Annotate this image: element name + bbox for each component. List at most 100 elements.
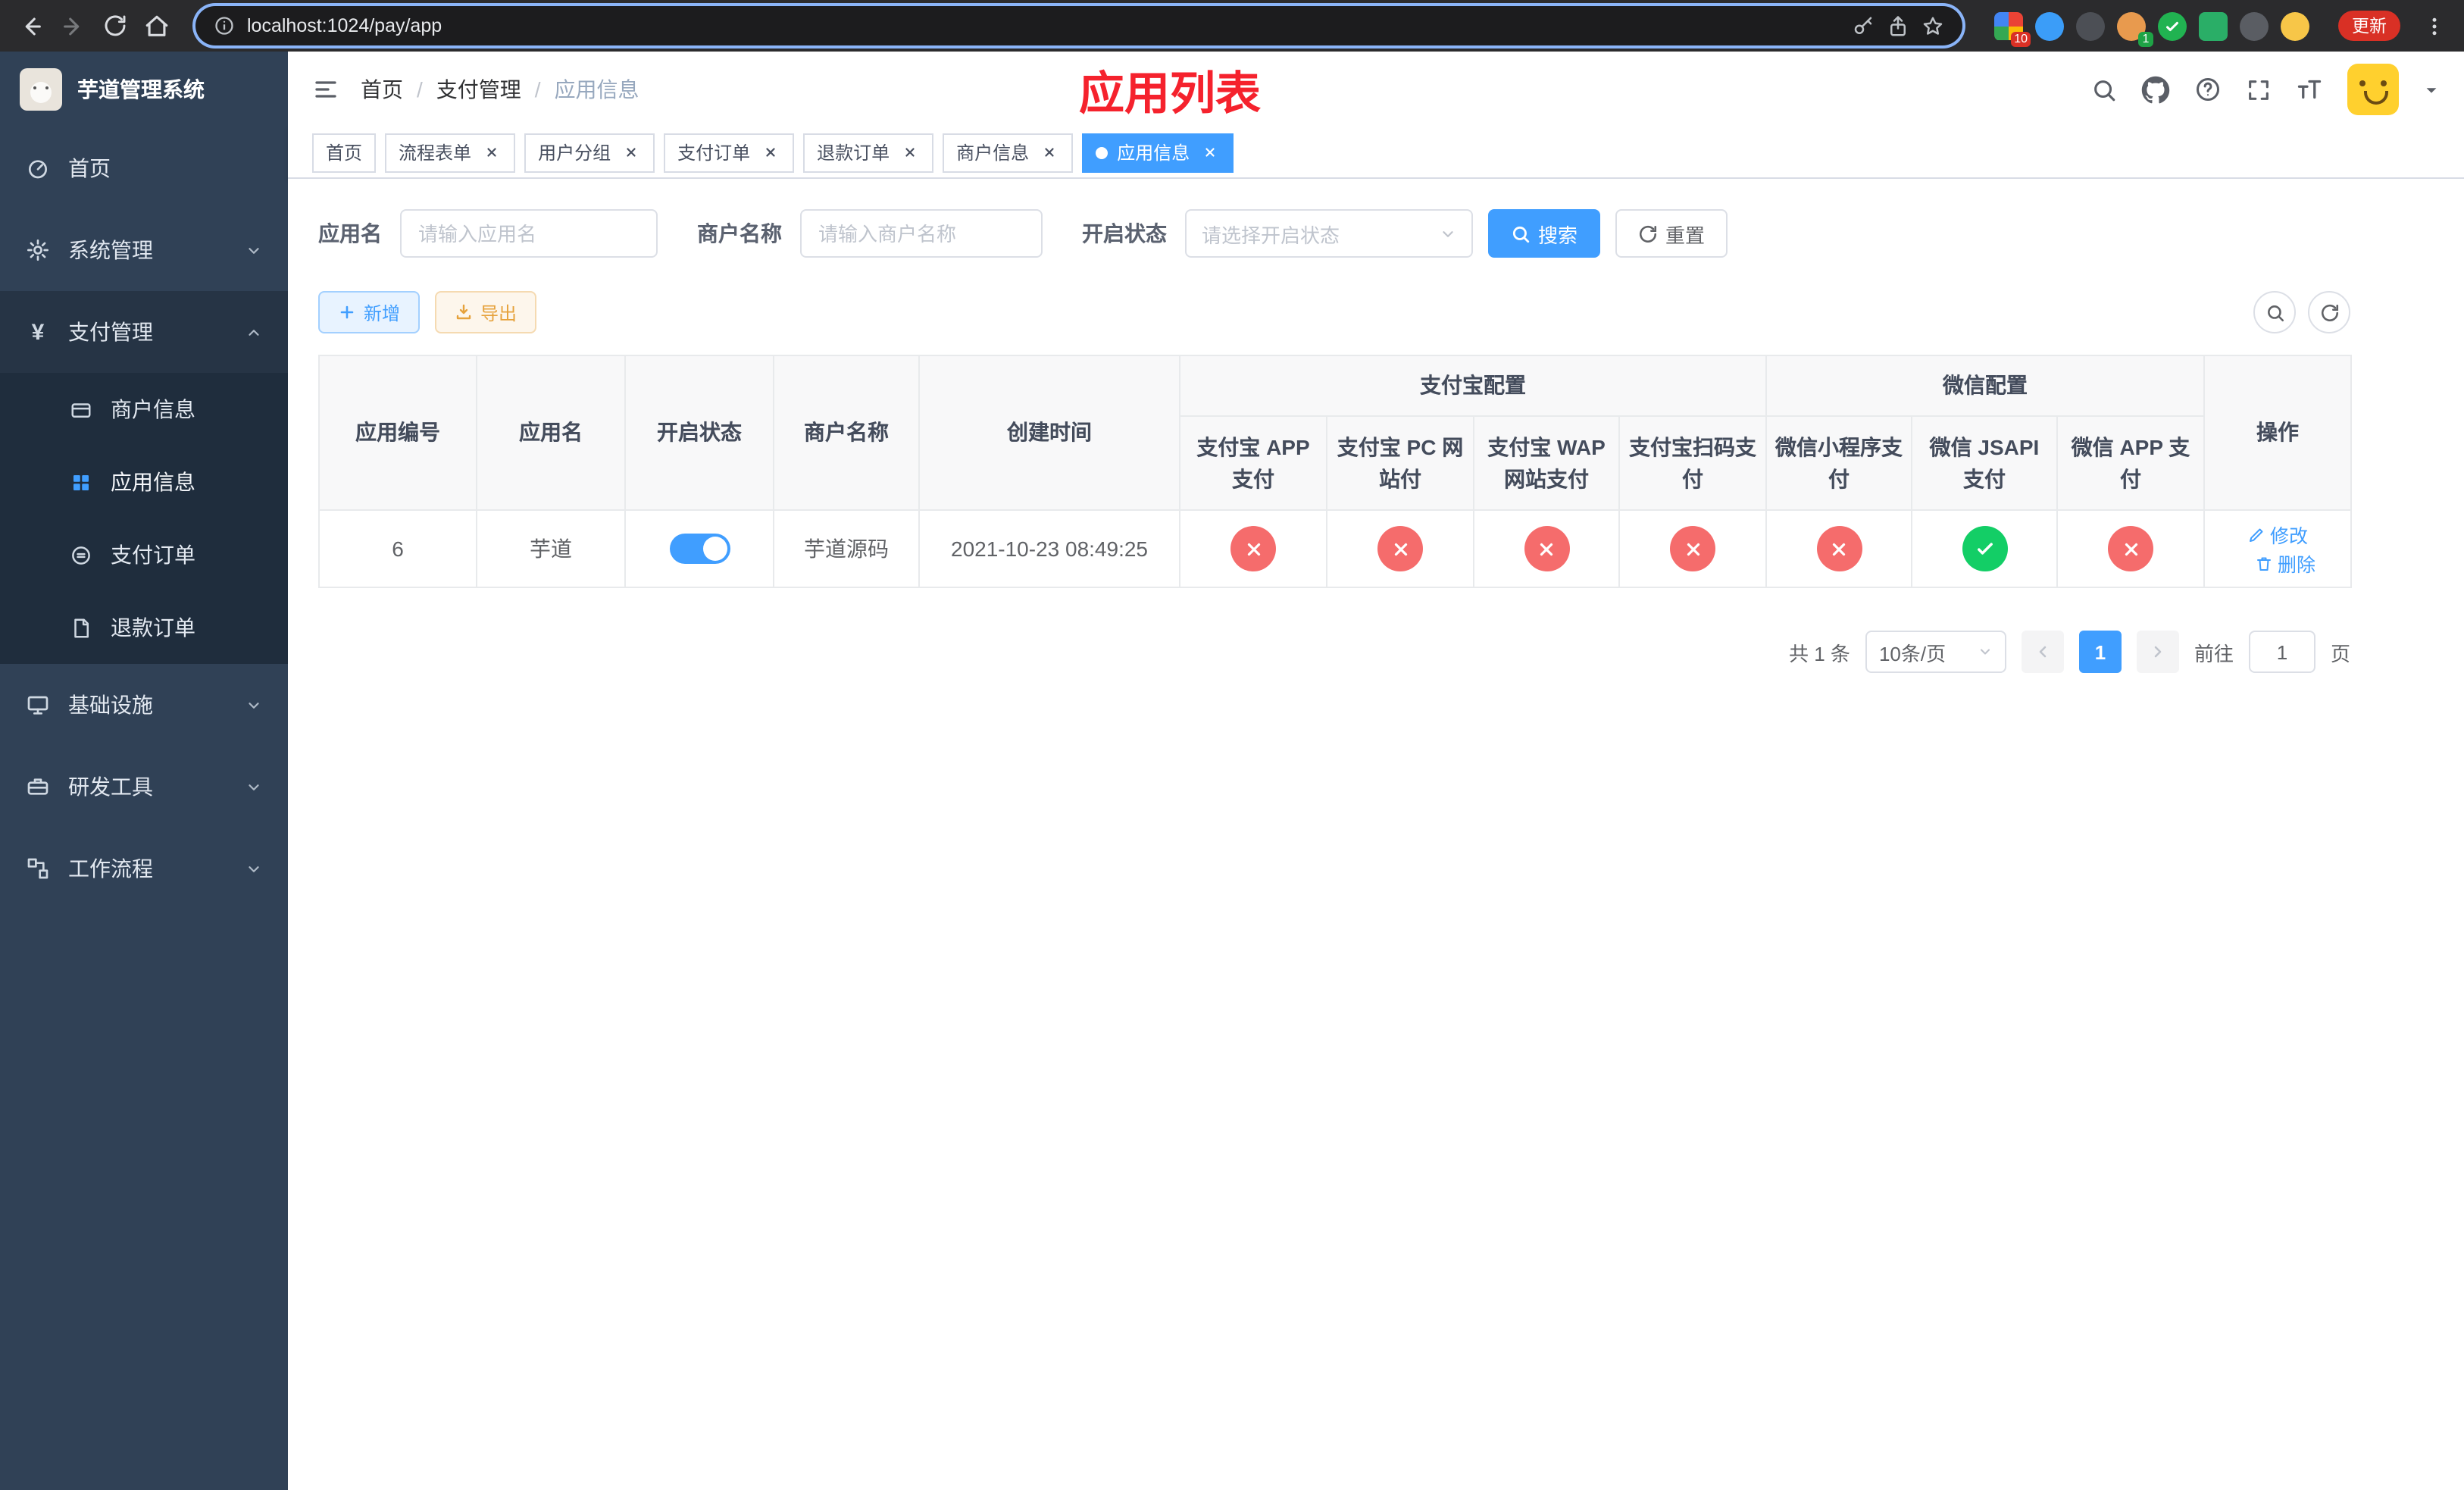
- tab-user-group[interactable]: 用户分组: [524, 133, 655, 172]
- site-info-icon[interactable]: [214, 15, 235, 36]
- edit-pencil-icon: [2247, 525, 2265, 543]
- bookmark-star-icon[interactable]: [1921, 14, 1944, 37]
- prev-page-button[interactable]: [2021, 631, 2064, 673]
- url-text: localhost:1024/pay/app: [247, 15, 442, 36]
- monitor-icon: [26, 693, 50, 717]
- export-button[interactable]: 导出: [435, 291, 537, 333]
- extensions-grid-icon[interactable]: 10: [1994, 11, 2031, 46]
- browser-chrome: localhost:1024/pay/app 10 1 更新: [0, 0, 2464, 52]
- browser-menu-icon[interactable]: [2423, 14, 2446, 37]
- tab-app-info[interactable]: 应用信息: [1082, 133, 1234, 172]
- extension-green-square-icon[interactable]: [2199, 11, 2228, 40]
- extension-drop-icon[interactable]: [2035, 11, 2064, 40]
- tab-refund-order[interactable]: 退款订单: [803, 133, 934, 172]
- app-logo-area: 芋道管理系统: [0, 52, 288, 127]
- status-select[interactable]: 请选择开启状态: [1185, 209, 1473, 258]
- sidebar-item-label: 应用信息: [111, 470, 195, 494]
- fullscreen-icon[interactable]: [2246, 77, 2272, 102]
- extension-check-icon[interactable]: [2158, 11, 2187, 40]
- extension-profile-icon[interactable]: 1: [2117, 11, 2153, 46]
- search-toggle-button[interactable]: [2253, 291, 2296, 333]
- extension-badge: 10: [2011, 31, 2031, 46]
- sidebar-toggle-icon[interactable]: [312, 76, 339, 103]
- sidebar-item-label: 支付管理: [68, 320, 153, 344]
- sidebar-item-merchant-info[interactable]: 商户信息: [0, 373, 288, 446]
- sidebar-item-label: 研发工具: [68, 775, 153, 799]
- reload-icon[interactable]: [103, 14, 127, 38]
- avatar[interactable]: [2347, 64, 2399, 115]
- status-switch[interactable]: [669, 534, 730, 564]
- github-icon[interactable]: [2141, 75, 2170, 104]
- wx-mini-disabled-icon: [1816, 526, 1862, 571]
- col-header-merchant: 商户名称: [773, 355, 920, 511]
- reset-button[interactable]: 重置: [1615, 209, 1728, 258]
- sidebar-item-infra[interactable]: 基础设施: [0, 664, 288, 746]
- caret-down-icon[interactable]: [2423, 81, 2440, 98]
- sidebar-item-home[interactable]: 首页: [0, 127, 288, 209]
- status-select-placeholder: 请选择开启状态: [1202, 224, 1340, 246]
- alipay-app-disabled-icon: [1230, 526, 1276, 571]
- app-logo: [20, 68, 62, 111]
- sidebar-item-system[interactable]: 系统管理: [0, 209, 288, 291]
- tab-close-icon[interactable]: [480, 142, 502, 163]
- home-icon[interactable]: [144, 13, 170, 39]
- screen: localhost:1024/pay/app 10 1 更新 芋道管理系统 首页…: [0, 0, 2464, 1490]
- sidebar-item-pay-order[interactable]: 支付订单: [0, 518, 288, 591]
- refresh-button[interactable]: [2308, 291, 2350, 333]
- cell-status: [624, 509, 774, 588]
- breadcrumb-payment[interactable]: 支付管理: [417, 74, 521, 105]
- app-name-input[interactable]: [400, 209, 658, 258]
- extension-face-icon[interactable]: [2281, 11, 2309, 40]
- tags-bar: 首页 流程表单 用户分组 支付订单 退款订单 商户信息 应用信息: [288, 127, 2464, 179]
- search-button[interactable]: 搜索: [1488, 209, 1601, 258]
- merchant-name-input[interactable]: [800, 209, 1043, 258]
- dashboard-icon: [26, 156, 50, 180]
- update-button[interactable]: 更新: [2338, 11, 2400, 41]
- goto-page-input[interactable]: [2248, 631, 2315, 673]
- tab-label: 商户信息: [956, 142, 1030, 164]
- extension-dark-icon[interactable]: [2076, 11, 2105, 40]
- address-bar[interactable]: localhost:1024/pay/app: [195, 6, 1962, 45]
- sidebar-item-label: 系统管理: [68, 238, 153, 262]
- cell-app-name: 芋道: [476, 509, 626, 588]
- tab-label: 用户分组: [538, 142, 611, 164]
- sidebar-item-refund-order[interactable]: 退款订单: [0, 591, 288, 664]
- tab-process-form[interactable]: 流程表单: [385, 133, 516, 172]
- share-icon[interactable]: [1887, 14, 1909, 37]
- breadcrumb-home[interactable]: 首页: [361, 74, 403, 105]
- tab-close-icon[interactable]: [759, 142, 780, 163]
- page-number-button[interactable]: 1: [2078, 631, 2122, 673]
- extension-pin-icon[interactable]: [2240, 11, 2269, 40]
- grid-icon: [70, 471, 92, 493]
- tab-home[interactable]: 首页: [312, 133, 377, 172]
- tab-close-icon[interactable]: [620, 142, 641, 163]
- tab-close-icon[interactable]: [1038, 142, 1059, 163]
- forward-icon[interactable]: [61, 13, 86, 39]
- font-size-icon[interactable]: [2296, 76, 2323, 103]
- next-page-button[interactable]: [2136, 631, 2179, 673]
- col-header-app-id: 应用编号: [318, 355, 477, 511]
- breadcrumb: 首页 支付管理 应用信息: [361, 74, 639, 105]
- password-key-icon[interactable]: [1852, 14, 1875, 37]
- page-size-select[interactable]: 10条/页: [1865, 631, 2006, 673]
- back-icon[interactable]: [18, 13, 44, 39]
- tab-close-icon[interactable]: [899, 142, 920, 163]
- sidebar-item-app-info[interactable]: 应用信息: [0, 446, 288, 518]
- sidebar-item-dev-tools[interactable]: 研发工具: [0, 746, 288, 828]
- sidebar-item-workflow[interactable]: 工作流程: [0, 828, 288, 909]
- navbar: 首页 支付管理 应用信息 应用列表: [288, 52, 2464, 127]
- help-icon[interactable]: [2194, 76, 2222, 103]
- edit-button[interactable]: 修改: [2247, 520, 2308, 549]
- cell-actions: 修改 删除: [2203, 509, 2353, 588]
- search-icon[interactable]: [2091, 77, 2117, 102]
- merchant-name-label: 商户名称: [697, 221, 782, 246]
- app-name-label: 应用名: [318, 221, 382, 246]
- tab-merchant-info[interactable]: 商户信息: [943, 133, 1074, 172]
- add-button[interactable]: 新增: [318, 291, 421, 333]
- tab-close-icon[interactable]: [1199, 142, 1220, 163]
- delete-button[interactable]: 删除: [2255, 549, 2315, 578]
- chevron-down-icon: [245, 696, 262, 713]
- cell-app-id: 6: [318, 509, 477, 588]
- tab-pay-order[interactable]: 支付订单: [664, 133, 795, 172]
- sidebar-item-payment[interactable]: ¥ 支付管理: [0, 291, 288, 373]
